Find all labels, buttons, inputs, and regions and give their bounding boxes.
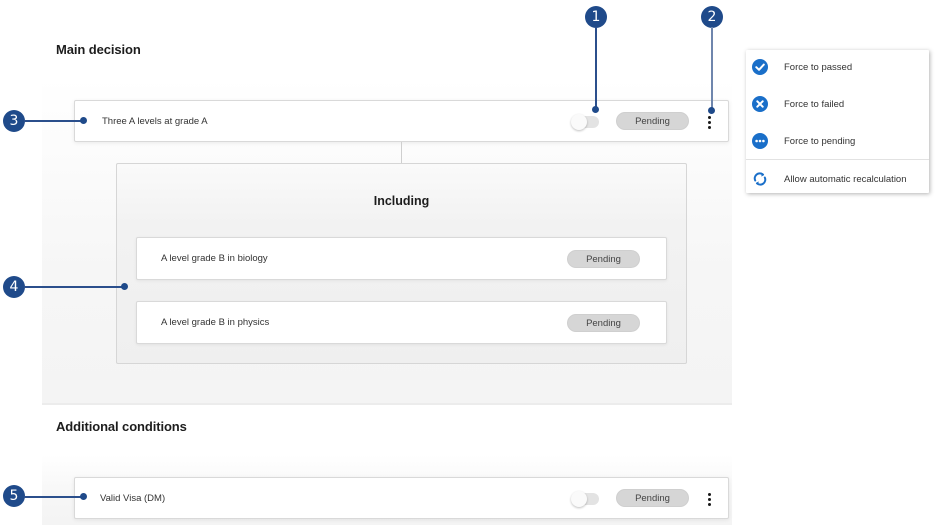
callout-dot-4 [121, 283, 128, 290]
menu-item-force-pending[interactable]: Force to pending [746, 126, 929, 156]
ellipsis-circle-icon [752, 133, 768, 149]
callout-line-1 [595, 27, 597, 108]
callout-line-3 [24, 120, 84, 122]
main-decision-status-badge: Pending [616, 112, 689, 130]
menu-item-label: Force to failed [784, 98, 845, 110]
menu-item-label: Force to passed [784, 61, 853, 73]
toggle-knob [571, 114, 587, 130]
callout-badge-3: 3 [3, 110, 25, 132]
additional-condition-label: Valid Visa (DM) [100, 492, 166, 504]
sub-condition-label: A level grade B in biology [161, 253, 268, 264]
callout-badge-2: 2 [701, 6, 723, 28]
menu-item-allow-recalculation[interactable]: Allow automatic recalculation [746, 164, 929, 194]
context-menu: Force to passed Force to failed Force to… [746, 50, 929, 193]
refresh-icon [753, 172, 767, 186]
section-divider [42, 403, 732, 405]
additional-condition-toggle[interactable] [571, 491, 599, 507]
sub-condition-card: A level grade B in physics Pending [136, 301, 667, 344]
including-group: Including A level grade B in biology Pen… [116, 163, 687, 364]
including-group-title: Including [373, 194, 430, 208]
sub-condition-status-badge: Pending [567, 314, 640, 332]
callout-dot-3 [80, 117, 87, 124]
callout-dot-5 [80, 493, 87, 500]
callout-dot-2 [708, 107, 715, 114]
sub-condition-card: A level grade B in biology Pending [136, 237, 667, 280]
check-circle-icon [752, 59, 768, 75]
sub-condition-label: A level grade B in physics [161, 317, 270, 328]
menu-item-label: Allow automatic recalculation [784, 173, 907, 185]
main-decision-more-options-icon[interactable] [704, 111, 714, 133]
toggle-knob [571, 491, 587, 507]
additional-conditions-title: Additional conditions [56, 419, 187, 434]
x-circle-icon [752, 96, 768, 112]
menu-item-force-failed[interactable]: Force to failed [746, 89, 929, 119]
callout-line-4 [24, 286, 124, 288]
main-decision-label: Three A levels at grade A [102, 115, 208, 127]
menu-item-force-passed[interactable]: Force to passed [746, 52, 929, 82]
main-decision-toggle[interactable] [571, 114, 599, 130]
callout-line-2 [711, 27, 713, 108]
menu-divider [746, 159, 929, 160]
additional-condition-more-options-icon[interactable] [704, 488, 714, 510]
main-decision-card: Three A levels at grade A Pending [74, 100, 729, 142]
callout-dot-1 [592, 106, 599, 113]
main-decision-title: Main decision [56, 42, 141, 57]
callout-badge-5: 5 [3, 485, 25, 507]
additional-condition-card: Valid Visa (DM) Pending [74, 477, 729, 519]
tree-connector-line [401, 142, 402, 163]
callout-line-5 [24, 496, 84, 498]
callout-badge-1: 1 [585, 6, 607, 28]
additional-condition-status-badge: Pending [616, 489, 689, 507]
menu-item-label: Force to pending [784, 135, 856, 147]
callout-badge-4: 4 [3, 276, 25, 298]
sub-condition-status-badge: Pending [567, 250, 640, 268]
